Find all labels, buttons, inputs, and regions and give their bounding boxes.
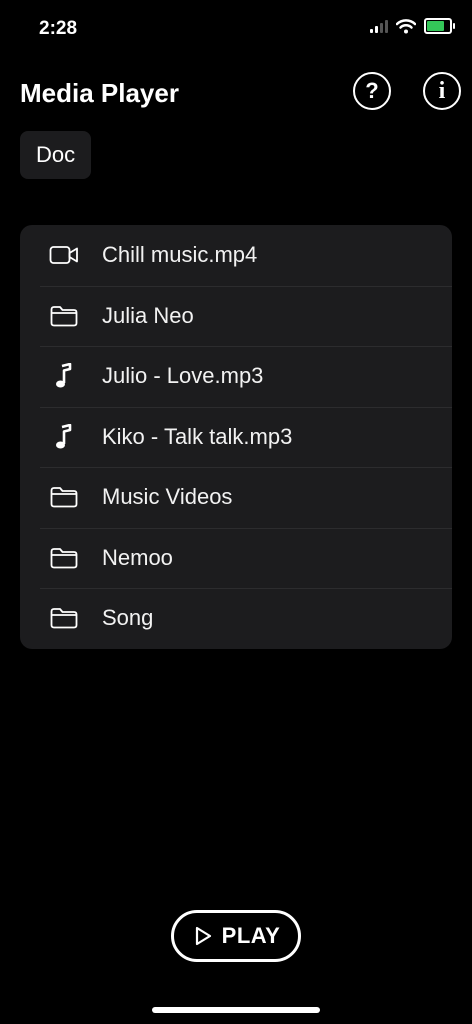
header: Media Player ? i xyxy=(20,72,461,116)
question-circle-icon: ? xyxy=(365,78,379,103)
info-button[interactable]: i xyxy=(423,72,461,110)
file-name: Chill music.mp4 xyxy=(102,242,258,268)
video-camera-icon xyxy=(44,244,84,266)
file-list-item[interactable]: Julio - Love.mp3 xyxy=(20,346,452,407)
file-list-item[interactable]: Chill music.mp4 xyxy=(20,225,452,286)
status-bar: 2:28 xyxy=(0,0,472,56)
status-time: 2:28 xyxy=(39,18,78,39)
help-button[interactable]: ? xyxy=(353,72,391,110)
cellular-signal-icon xyxy=(370,19,388,33)
battery-icon xyxy=(424,18,455,34)
file-list-item[interactable]: Kiko - Talk talk.mp3 xyxy=(20,406,452,468)
info-circle-icon: i xyxy=(438,78,446,104)
folder-icon xyxy=(44,547,84,569)
battery-level xyxy=(427,21,444,31)
music-note-icon xyxy=(44,363,84,389)
file-name: Kiko - Talk talk.mp3 xyxy=(102,423,293,449)
page-title: Media Player xyxy=(20,78,179,108)
folder-icon xyxy=(44,607,84,629)
play-label: PLAY xyxy=(221,923,281,948)
home-indicator[interactable] xyxy=(152,1007,320,1013)
status-icons xyxy=(370,18,455,34)
doc-filter-chip[interactable]: Doc xyxy=(20,131,92,179)
file-name: Nemoo xyxy=(102,544,173,570)
file-list-item[interactable]: Music Videos xyxy=(20,467,452,528)
folder-icon xyxy=(44,486,84,508)
folder-icon xyxy=(44,305,84,327)
file-list-item[interactable]: Song xyxy=(20,588,452,649)
file-list: Chill music.mp4 Julia Neo Julio - Love.mp3… xyxy=(20,225,452,649)
music-note-icon xyxy=(44,423,84,450)
file-name: Julio - Love.mp3 xyxy=(102,363,264,389)
file-name: Song xyxy=(102,605,154,631)
wifi-icon xyxy=(396,18,416,33)
play-icon xyxy=(195,926,211,946)
file-name: Music Videos xyxy=(102,484,233,510)
doc-filter-label: Doc xyxy=(36,142,76,167)
file-name: Julia Neo xyxy=(102,302,194,328)
file-list-item[interactable]: Nemoo xyxy=(20,527,452,589)
file-list-item[interactable]: Julia Neo xyxy=(20,285,452,347)
play-button[interactable]: PLAY xyxy=(171,910,301,962)
